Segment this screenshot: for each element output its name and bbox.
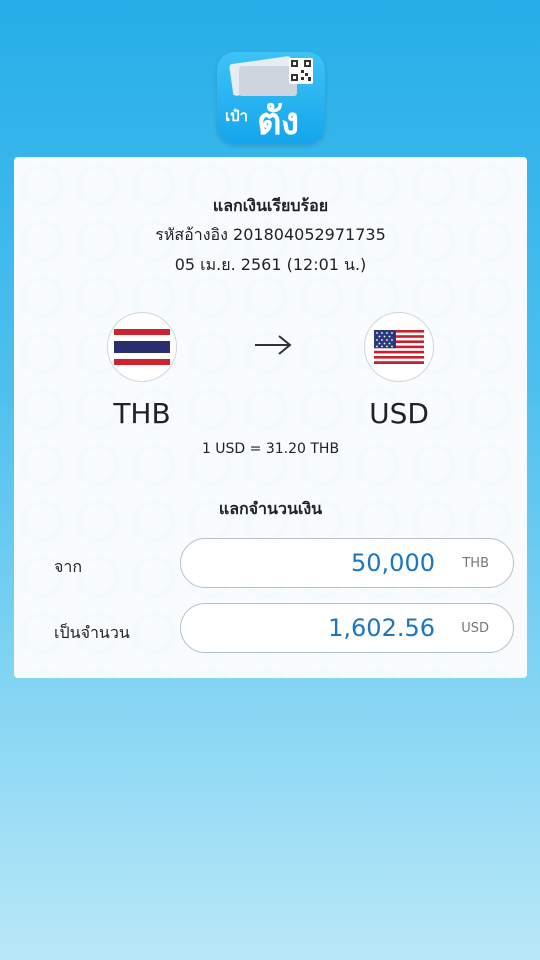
thailand-flag-icon bbox=[107, 312, 177, 382]
reference-number: รหัสอ้างอิง 201804052971735 bbox=[155, 225, 386, 244]
result-title: แลกเงินเรียบร้อย bbox=[212, 196, 329, 215]
to-currency-code: USD bbox=[369, 397, 429, 430]
to-label: เป็นจำนวน bbox=[54, 623, 130, 642]
to-amount-unit: USD bbox=[461, 621, 489, 636]
exchange-rate: 1 USD = 31.20 THB bbox=[201, 441, 340, 457]
from-amount-field: 50,000 THB bbox=[180, 538, 514, 588]
logo-text-big: ตัง bbox=[257, 99, 299, 143]
from-amount-value: 50,000 bbox=[351, 549, 435, 577]
arrow-right-icon bbox=[255, 335, 292, 355]
from-label: จาก bbox=[54, 557, 83, 576]
from-amount-unit: THB bbox=[462, 556, 489, 571]
exchange-result-card: แลกเงินเรียบร้อย รหัสอ้างอิง 20180405297… bbox=[14, 157, 527, 678]
qr-code-icon bbox=[289, 58, 313, 84]
transaction-datetime: 05 เม.ย. 2561 (12:01 น.) bbox=[174, 255, 367, 274]
to-amount-field: 1,602.56 USD bbox=[180, 603, 514, 653]
from-currency-code: THB bbox=[113, 397, 171, 430]
logo-text-small: เป๋า bbox=[225, 107, 249, 125]
to-amount-value: 1,602.56 bbox=[328, 614, 435, 642]
exchange-amount-title: แลกจำนวนเงิน bbox=[218, 499, 323, 518]
app-logo: เป๋า ตัง bbox=[217, 52, 325, 144]
usa-flag-icon bbox=[364, 312, 434, 382]
